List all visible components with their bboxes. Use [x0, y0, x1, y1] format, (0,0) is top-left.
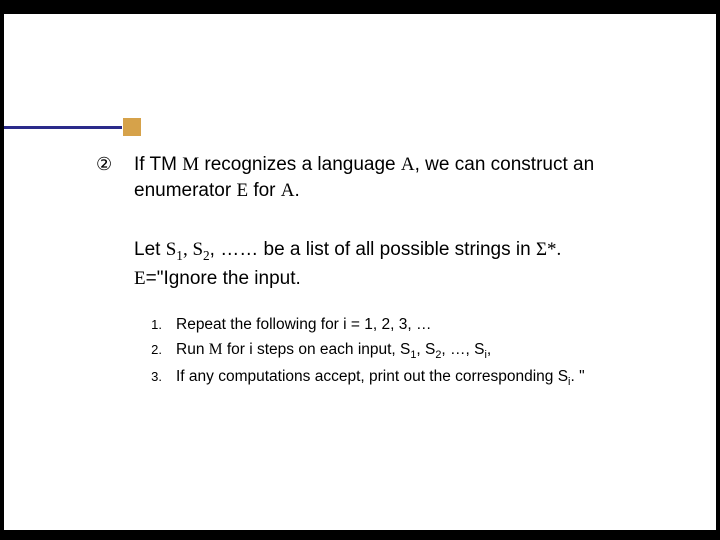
main-statement: ② If TM M recognizes a language A, we ca…: [96, 152, 686, 203]
setup-l2rest: ="Ignore the input.: [146, 268, 301, 289]
point-number: ②: [96, 152, 120, 176]
t2b: for i steps on each input, S: [223, 341, 411, 358]
setup-s1: S: [166, 239, 177, 260]
setup-s2: S: [192, 239, 203, 260]
t2a: Run: [176, 341, 209, 358]
t2c: , S: [416, 341, 435, 358]
step-text-2: Run M for i steps on each input, S1, S2,…: [176, 339, 686, 364]
step-num-3: 3.: [134, 366, 162, 387]
step-num-2: 2.: [134, 339, 162, 360]
content-area: ② If TM M recognizes a language A, we ca…: [96, 152, 686, 392]
txt-a2: A: [281, 180, 295, 201]
txt-m: M: [182, 154, 199, 175]
t3b: . ": [570, 368, 584, 385]
step-num-1: 1.: [134, 314, 162, 335]
accent-line: [4, 126, 122, 129]
setup-star: *.: [547, 239, 561, 260]
t3a: If any computations accept, print out th…: [176, 368, 568, 385]
step-1: 1. Repeat the following for i = 1, 2, 3,…: [134, 314, 686, 336]
txt-p4: for: [248, 180, 281, 201]
steps-list: 1. Repeat the following for i = 1, 2, 3,…: [134, 314, 686, 390]
t2d: , …, S: [441, 341, 484, 358]
setup-sub2: 2: [203, 248, 210, 263]
step-2: 2. Run M for i steps on each input, S1, …: [134, 339, 686, 364]
step-text-3: If any computations accept, print out th…: [176, 366, 686, 391]
setup-sigma: Σ: [536, 239, 547, 260]
txt-p5: .: [295, 180, 300, 201]
setup-sub1: 1: [176, 248, 183, 263]
txt-e: E: [236, 180, 248, 201]
statement-text: If TM M recognizes a language A, we can …: [134, 152, 686, 203]
setup-e: E: [134, 268, 146, 289]
txt-p2: recognizes a language: [199, 154, 401, 175]
accent-block: [123, 118, 141, 136]
t2m: M: [209, 341, 223, 358]
setup-text: Let S1, S2, …… be a list of all possible…: [134, 237, 686, 292]
setup-p2: , …… be a list of all possible strings i…: [210, 239, 536, 260]
slide: ② If TM M recognizes a language A, we ca…: [4, 14, 716, 530]
setup-p1: Let: [134, 239, 166, 260]
t2e: ,: [487, 341, 491, 358]
txt-p1: If TM: [134, 154, 182, 175]
step-text-1: Repeat the following for i = 1, 2, 3, …: [176, 314, 686, 336]
txt-a1: A: [401, 154, 415, 175]
setup-comma1: ,: [183, 239, 193, 260]
step-3: 3. If any computations accept, print out…: [134, 366, 686, 391]
